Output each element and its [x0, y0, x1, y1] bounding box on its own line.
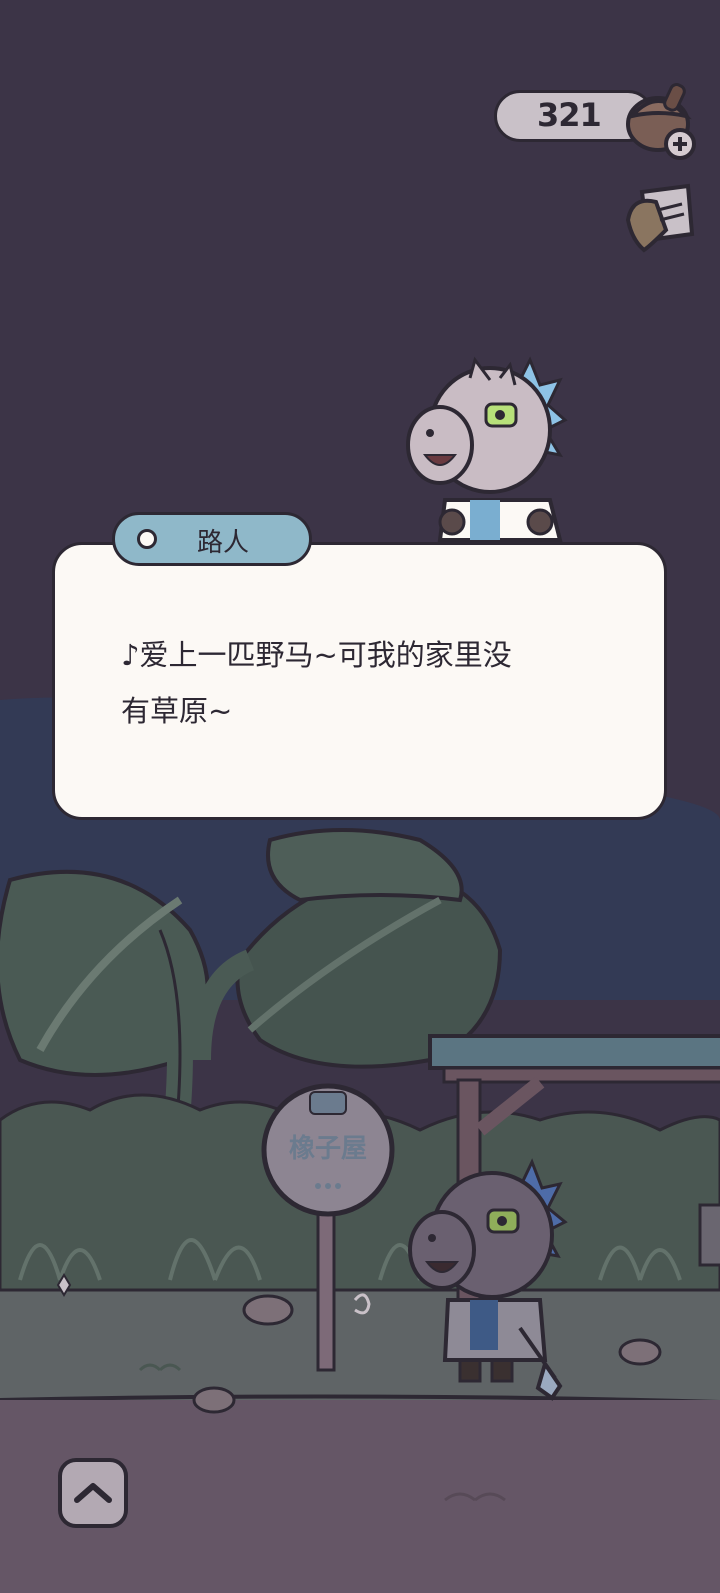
speaker-name: 路人: [196, 528, 249, 558]
chevron-up-icon: [74, 1483, 112, 1503]
game-scene[interactable]: 321 ♪爱上一匹野马~可我的家里没 有草原~ 路人 橡子屋: [0, 0, 720, 1593]
currency-value: 321: [537, 96, 602, 134]
acorn-plus-icon[interactable]: [624, 76, 704, 162]
speaker-tag: 路人: [112, 512, 312, 566]
dialog-text: ♪爱上一匹野马~可我的家里没 有草原~: [121, 638, 512, 728]
letter-icon[interactable]: [622, 180, 702, 260]
expand-button[interactable]: [58, 1458, 128, 1528]
bus-stop-sign-label: 橡子屋: [288, 1134, 367, 1164]
dialog-box[interactable]: ♪爱上一匹野马~可我的家里没 有草原~: [52, 542, 667, 820]
